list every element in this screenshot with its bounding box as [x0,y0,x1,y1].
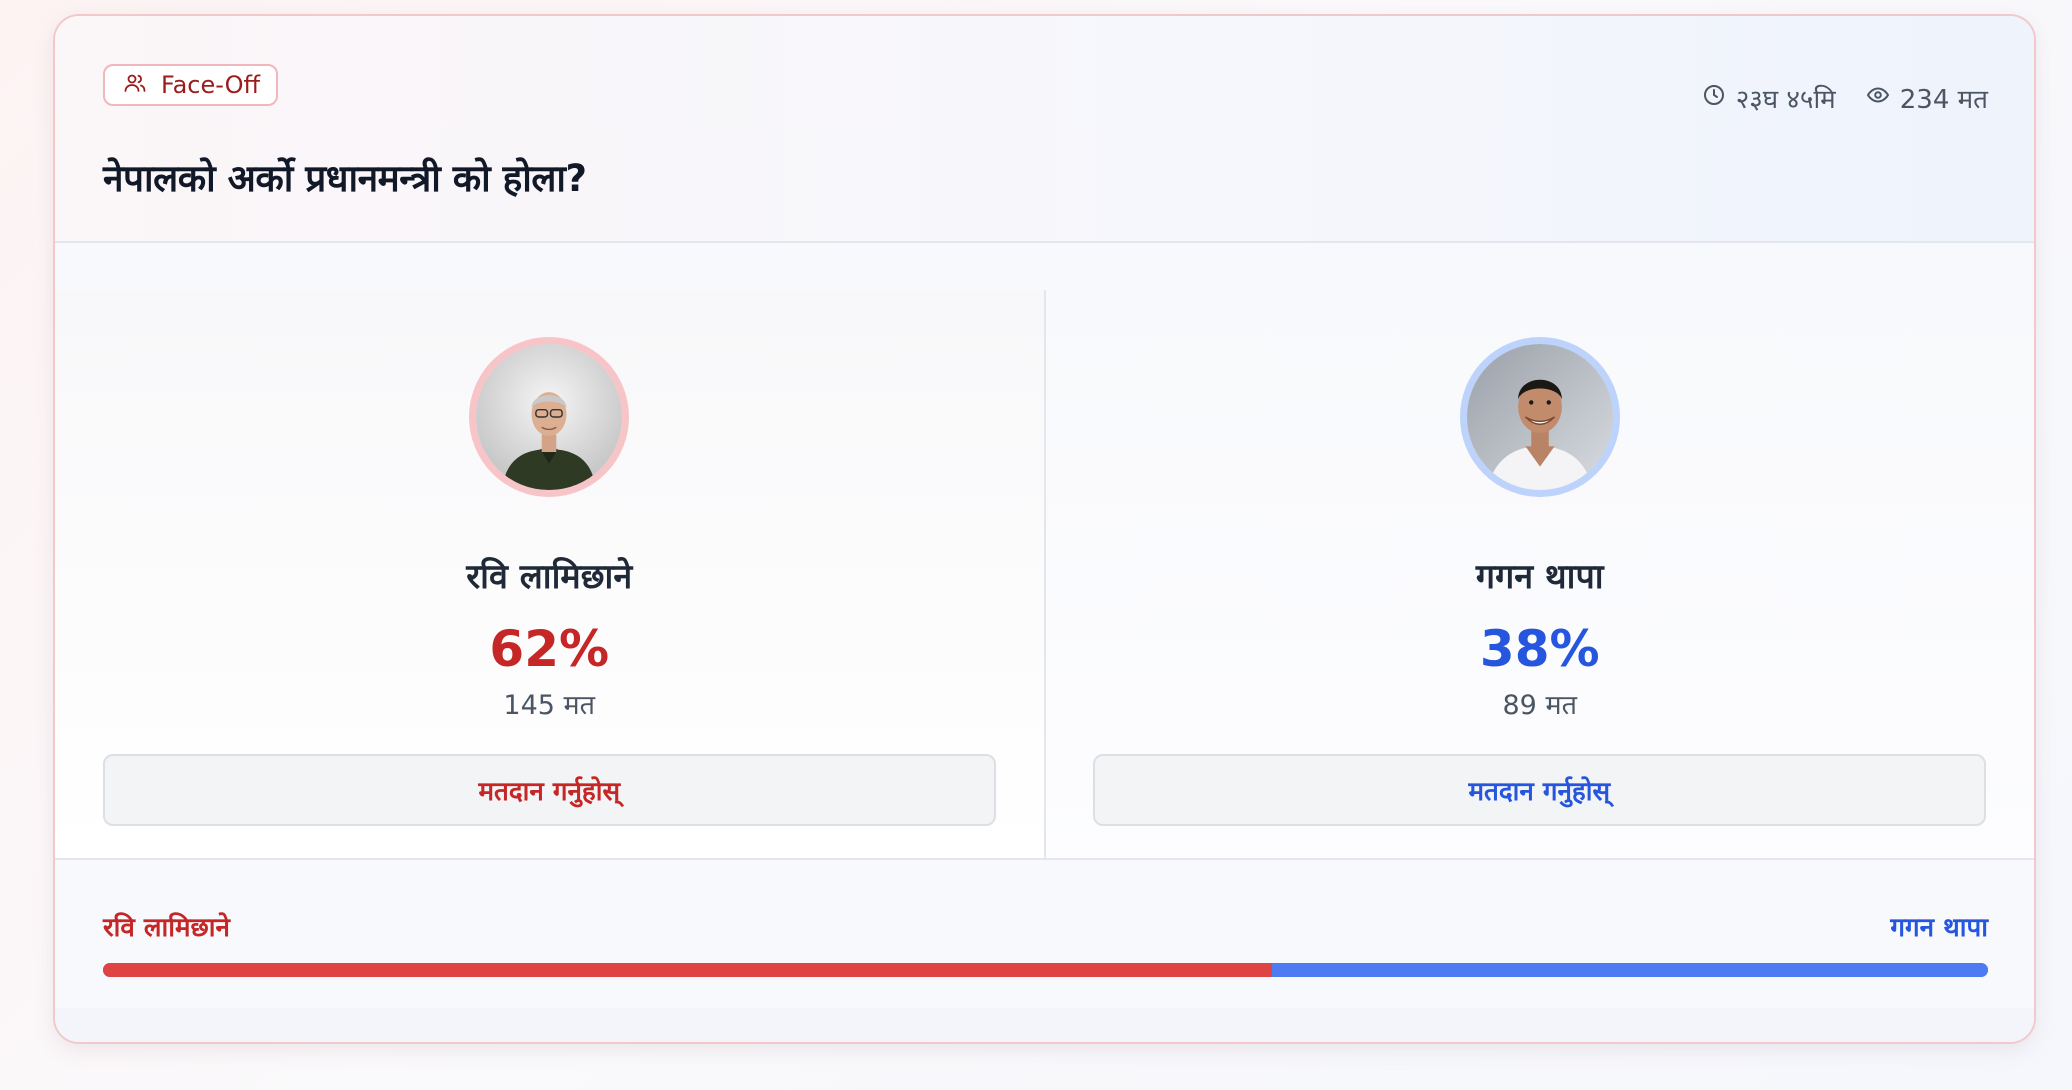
vote-split: रवि लामिछाने गगन थापा [55,858,2034,1008]
vote-button-right[interactable]: मतदान गर्नुहोस् [1092,754,1986,826]
poll-header: Face-Off २३घ ४५मि 234 मत नेपालको अर्को प… [55,16,2034,243]
vote-count-text: 234 मत [1899,85,1988,115]
candidate-left: रवि लामिछाने 62% 145 मत मतदान गर्नुहोस् [55,290,1044,858]
avatar [469,337,630,497]
candidate-votes: 145 मत [503,690,596,721]
vote-button-left[interactable]: मतदान गर्नुहोस् [103,754,996,826]
candidate-right: गगन थापा 38% 89 मत मतदान गर्नुहोस् [1043,290,2034,858]
vote-split-bar [103,963,1988,977]
candidate-photo-right [1466,344,1613,490]
candidate-percent: 62% [489,620,610,678]
candidate-photo-left [476,344,623,490]
vote-split-bar-left [103,963,1272,977]
avatar [1459,337,1620,497]
clock-icon [1702,83,1726,114]
poll-question: नेपालको अर्को प्रधानमन्त्री को होला? [103,157,587,200]
candidate-percent: 38% [1479,620,1600,678]
time-remaining: २३घ ४५मि [1702,80,1836,116]
time-remaining-text: २३घ ४५मि [1735,85,1836,115]
split-label-left: रवि लामिछाने [103,913,230,943]
eye-icon [1866,83,1890,114]
users-icon [123,71,147,99]
poll-card: Face-Off २३घ ४५मि 234 मत नेपालको अर्को प… [53,14,2036,1044]
card-footer [55,1008,2034,1042]
badge-label: Face-Off [161,71,261,99]
vote-split-bar-right [1271,963,1988,977]
candidate-name: गगन थापा [1475,557,1604,597]
candidate-votes: 89 मत [1502,690,1577,721]
face-off-badge: Face-Off [103,64,279,106]
vote-count: 234 मत [1866,80,1988,116]
split-label-right: गगन थापा [1890,913,1988,943]
poll-meta: २३घ ४५मि 234 मत [1702,80,1988,116]
candidates-row: रवि लामिछाने 62% 145 मत मतदान गर्नुहोस् [55,290,2034,858]
candidate-name: रवि लामिछाने [466,557,633,597]
